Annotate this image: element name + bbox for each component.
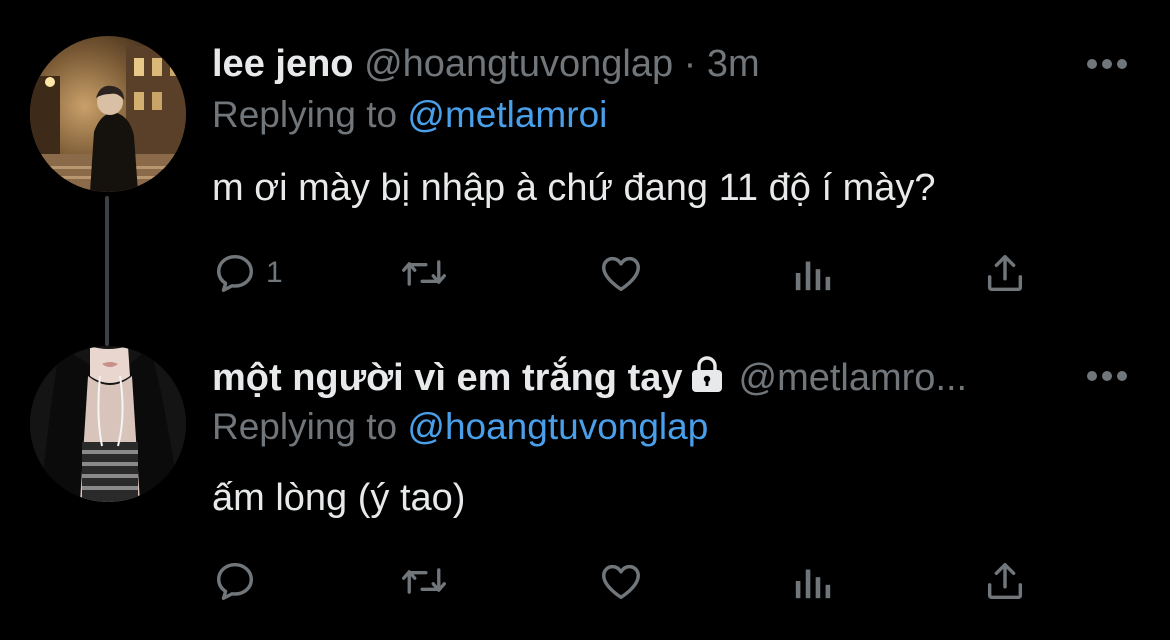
avatar-photo-night-street (30, 36, 186, 192)
action-bar: 1 (212, 248, 1052, 298)
share-icon (987, 562, 1023, 600)
avatar[interactable] (30, 36, 186, 192)
replying-to-line: Replying to @hoangtuvonglap (212, 404, 708, 450)
views-button[interactable] (792, 556, 834, 606)
tweet-text: ấm lòng (ý tao) (212, 477, 466, 519)
like-button[interactable] (598, 248, 644, 298)
more-icon[interactable] (1086, 58, 1128, 70)
avatar-photo-girl (30, 346, 186, 502)
display-name[interactable]: lee jeno (212, 43, 354, 85)
views-icon (795, 261, 831, 291)
retweet-icon (402, 568, 446, 594)
reply-icon (216, 254, 254, 292)
like-icon (602, 256, 640, 292)
share-icon (987, 254, 1023, 292)
separator-dot: · (683, 43, 697, 85)
handle[interactable]: @hoangtuvonglap (364, 43, 673, 85)
replying-prefix: Replying to (212, 94, 398, 135)
reply-icon (216, 562, 254, 600)
like-icon (602, 564, 640, 600)
avatar[interactable] (30, 346, 186, 502)
tweet-text: m ơi mày bị nhập à chứ đang 11 độ í mày? (212, 167, 936, 209)
reply-button[interactable]: 1 (212, 248, 283, 298)
views-button[interactable] (792, 248, 834, 298)
reply-button[interactable] (212, 556, 258, 606)
like-button[interactable] (598, 556, 644, 606)
share-button[interactable] (982, 556, 1028, 606)
tweet-header: một người vì em trắng tay @metlamro... (212, 354, 967, 402)
tweet-1[interactable]: lee jeno @hoangtuvonglap · 3m Replying t… (0, 0, 1170, 346)
retweet-button[interactable] (400, 556, 448, 606)
tweet-2[interactable]: một người vì em trắng tay @metlamro... R… (0, 320, 1170, 640)
replying-to-line: Replying to @metlamroi (212, 92, 607, 138)
lock-icon (691, 356, 722, 392)
views-icon (795, 569, 831, 599)
replying-to-mention[interactable]: @hoangtuvonglap (407, 406, 708, 447)
reply-count: 1 (266, 256, 283, 289)
display-name[interactable]: một người vì em trắng tay (212, 357, 683, 399)
timestamp[interactable]: 3m (707, 43, 760, 85)
action-bar (212, 556, 1052, 606)
more-icon[interactable] (1086, 370, 1128, 382)
retweet-icon (402, 260, 446, 286)
replying-to-mention[interactable]: @metlamroi (407, 94, 607, 135)
retweet-button[interactable] (400, 248, 448, 298)
replying-prefix: Replying to (212, 406, 398, 447)
share-button[interactable] (982, 248, 1028, 298)
handle[interactable]: @metlamro... (739, 357, 968, 399)
tweet-header: lee jeno @hoangtuvonglap · 3m (212, 40, 760, 88)
